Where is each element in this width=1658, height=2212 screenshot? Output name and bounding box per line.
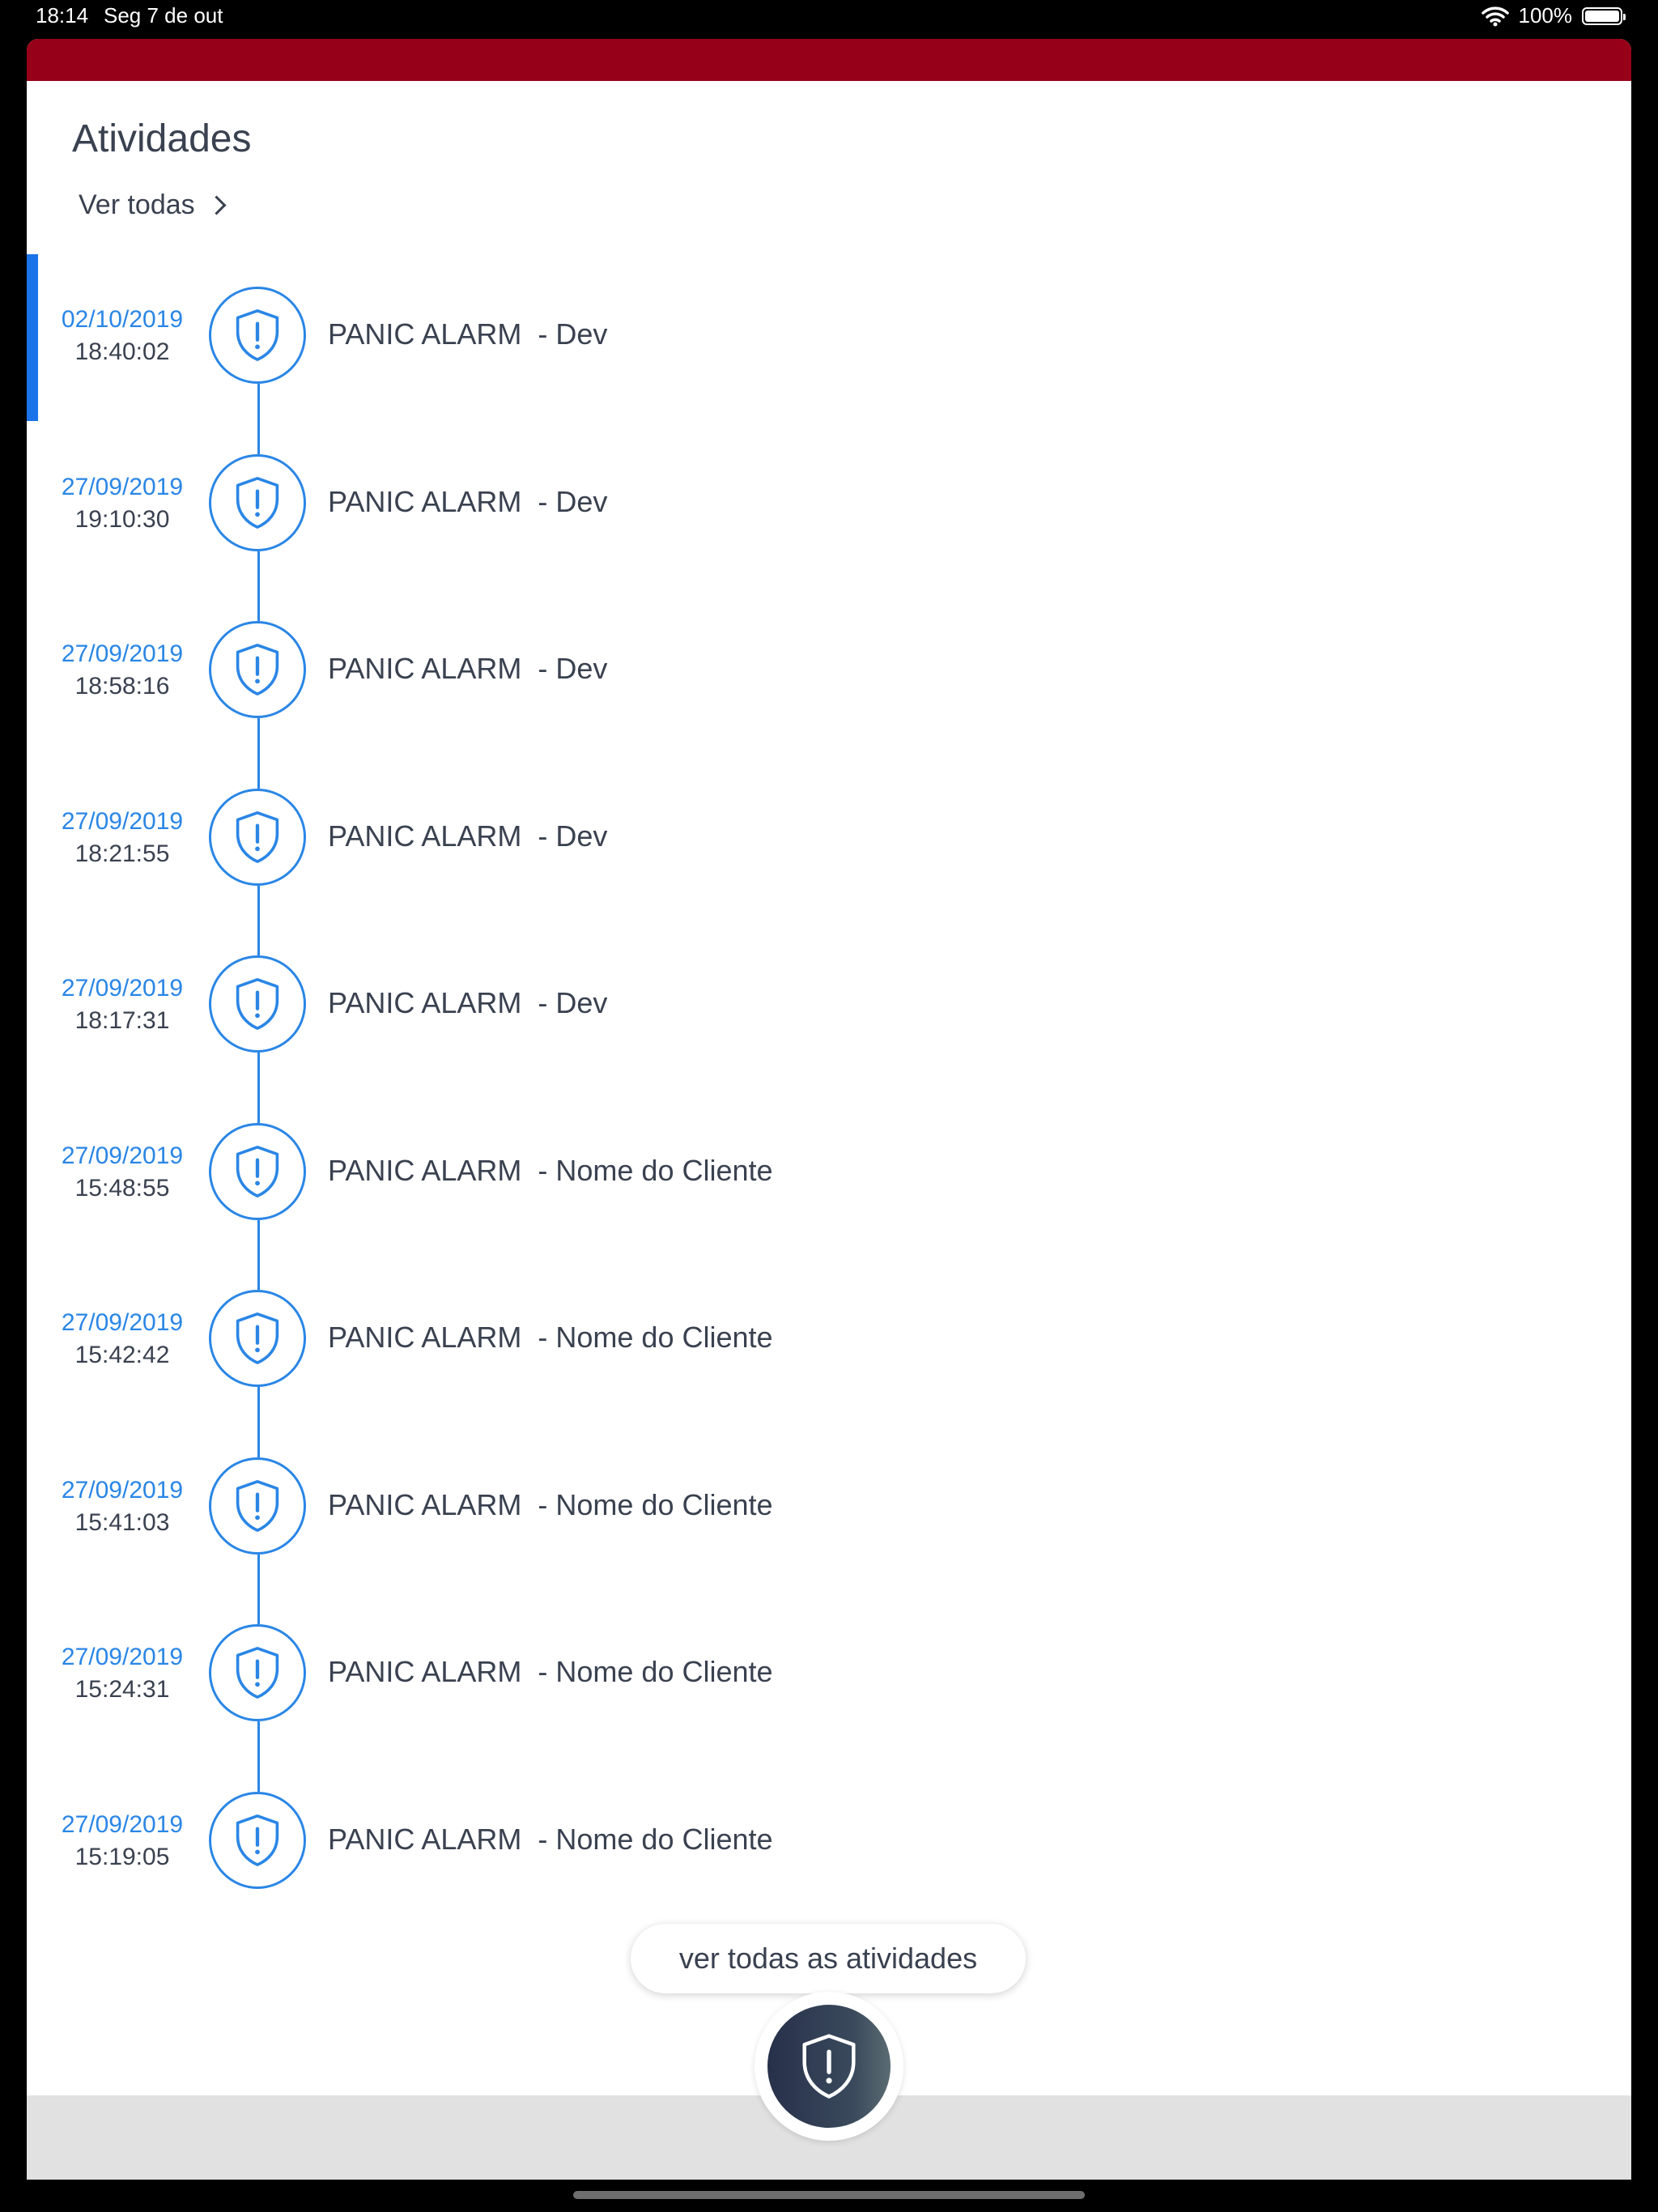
- activity-label: PANIC ALARM - Nome do Cliente: [328, 1655, 773, 1688]
- battery-percent: 100%: [1518, 3, 1573, 28]
- activity-time: 15:24:31: [74, 1676, 170, 1703]
- activity-row[interactable]: 27/09/2019 15:41:03 PANIC ALARM - Nome do …: [27, 1457, 1631, 1558]
- activity-label: PANIC ALARM - Nome do Cliente: [328, 1153, 773, 1187]
- activity-icon-circle: [209, 955, 306, 1053]
- activity-time: 15:19:05: [74, 1843, 170, 1870]
- activity-label: PANIC ALARM - Nome do Cliente: [328, 1321, 773, 1354]
- activity-icon-circle: [209, 788, 306, 886]
- activity-time: 18:21:55: [74, 840, 170, 867]
- activity-time: 15:41:03: [74, 1508, 170, 1536]
- chevron-right-icon: [206, 195, 227, 215]
- activity-time: 15:48:55: [74, 1174, 170, 1202]
- shield-alert-icon: [236, 810, 279, 863]
- activity-icon-circle: [209, 453, 306, 551]
- see-all-link[interactable]: Ver todas: [79, 189, 227, 221]
- activity-date: 27/09/2019: [61, 640, 184, 667]
- activity-row[interactable]: 27/09/2019 15:19:05 PANIC ALARM - Nome do …: [27, 1791, 1631, 1892]
- activity-date: 02/10/2019: [61, 306, 184, 333]
- activity-label: PANIC ALARM - Dev: [328, 317, 608, 351]
- activity-date: 27/09/2019: [61, 473, 184, 500]
- activity-date: 27/09/2019: [61, 1476, 184, 1504]
- activity-time: 18:58:16: [74, 673, 170, 700]
- activity-icon-circle: [209, 1457, 306, 1555]
- activity-time: 15:42:42: [74, 1342, 170, 1368]
- shield-alert-icon: [236, 1312, 279, 1364]
- activity-row[interactable]: 27/09/2019 18:58:16 PANIC ALARM - Dev: [27, 621, 1631, 721]
- wifi-icon: [1481, 6, 1509, 26]
- panic-fab-button[interactable]: [767, 2005, 891, 2128]
- status-date: Seg 7 de out: [104, 3, 223, 28]
- activity-row[interactable]: 27/09/2019 15:24:31 PANIC ALARM - Nome do …: [27, 1624, 1631, 1725]
- shield-alert-icon: [236, 644, 279, 696]
- activity-icon-circle: [209, 1122, 306, 1220]
- timeline-connector: [257, 1219, 260, 1290]
- activity-time: 18:40:02: [74, 338, 170, 365]
- activity-label: PANIC ALARM - Dev: [328, 986, 608, 1019]
- shield-alert-icon: [236, 309, 279, 361]
- battery-icon: [1582, 6, 1626, 25]
- activity-icon-circle: [209, 621, 306, 718]
- status-bar: 18:14 Seg 7 de out 100%: [0, 0, 1658, 39]
- activity-label: PANIC ALARM - Dev: [328, 652, 608, 685]
- activity-row[interactable]: 27/09/2019 18:17:31 PANIC ALARM - Dev: [27, 955, 1631, 1056]
- shield-alert-icon: [236, 1647, 279, 1699]
- activity-date: 27/09/2019: [61, 1309, 184, 1336]
- shield-alert-icon: [802, 2034, 856, 2099]
- activity-icon-circle: [209, 1791, 306, 1889]
- activity-label: PANIC ALARM - Nome do Cliente: [328, 1822, 773, 1856]
- timeline-connector: [257, 384, 260, 454]
- activity-icon-circle: [209, 1624, 306, 1721]
- activity-row[interactable]: 27/09/2019 15:42:42 PANIC ALARM - Nome do …: [27, 1290, 1631, 1390]
- activity-time: 18:17:31: [74, 1007, 170, 1034]
- page-title: Atividades: [72, 117, 252, 160]
- activity-date: 27/09/2019: [61, 807, 184, 835]
- app-window: Atividades Ver todas 02/10/2019 18:40:02 P…: [27, 39, 1631, 2180]
- timeline-connector: [257, 718, 260, 789]
- timeline-connector: [257, 1554, 260, 1624]
- status-time: 18:14: [36, 3, 89, 28]
- timeline-connector: [257, 1721, 260, 1792]
- shield-alert-icon: [236, 476, 279, 529]
- activity-row[interactable]: 27/09/2019 19:10:30 PANIC ALARM - Dev: [27, 453, 1631, 555]
- shield-alert-icon: [236, 978, 279, 1030]
- shield-alert-icon: [236, 1814, 279, 1866]
- timeline-connector: [257, 551, 260, 621]
- activity-date: 27/09/2019: [61, 1644, 184, 1670]
- activity-icon-circle: [209, 1290, 306, 1387]
- activity-date: 27/09/2019: [61, 975, 184, 1002]
- brand-bar: [27, 39, 1631, 81]
- timeline-connector: [257, 1387, 260, 1457]
- status-right: 100%: [1481, 3, 1626, 28]
- activity-row[interactable]: 27/09/2019 15:48:55 PANIC ALARM - Nome do …: [27, 1122, 1631, 1223]
- activity-row[interactable]: 27/09/2019 18:21:55 PANIC ALARM - Dev: [27, 788, 1631, 889]
- see-all-label: Ver todas: [79, 189, 195, 220]
- shield-alert-icon: [236, 1145, 279, 1197]
- activity-time: 19:10:30: [74, 505, 170, 533]
- activity-date: 27/09/2019: [61, 1810, 184, 1838]
- shield-alert-icon: [236, 1479, 279, 1532]
- activity-date: 27/09/2019: [61, 1142, 184, 1169]
- home-indicator[interactable]: [573, 2191, 1085, 2199]
- activity-label: PANIC ALARM - Nome do Cliente: [328, 1487, 773, 1521]
- see-all-activities-button[interactable]: ver todas as atividades: [631, 1924, 1026, 1993]
- activity-icon-circle: [209, 287, 306, 384]
- timeline-connector: [257, 885, 260, 955]
- activity-label: PANIC ALARM - Dev: [328, 484, 608, 518]
- timeline-connector: [257, 1053, 260, 1123]
- activity-label: PANIC ALARM - Dev: [328, 819, 608, 853]
- activity-row[interactable]: 02/10/2019 18:40:02 PANIC ALARM - Dev: [27, 287, 1631, 387]
